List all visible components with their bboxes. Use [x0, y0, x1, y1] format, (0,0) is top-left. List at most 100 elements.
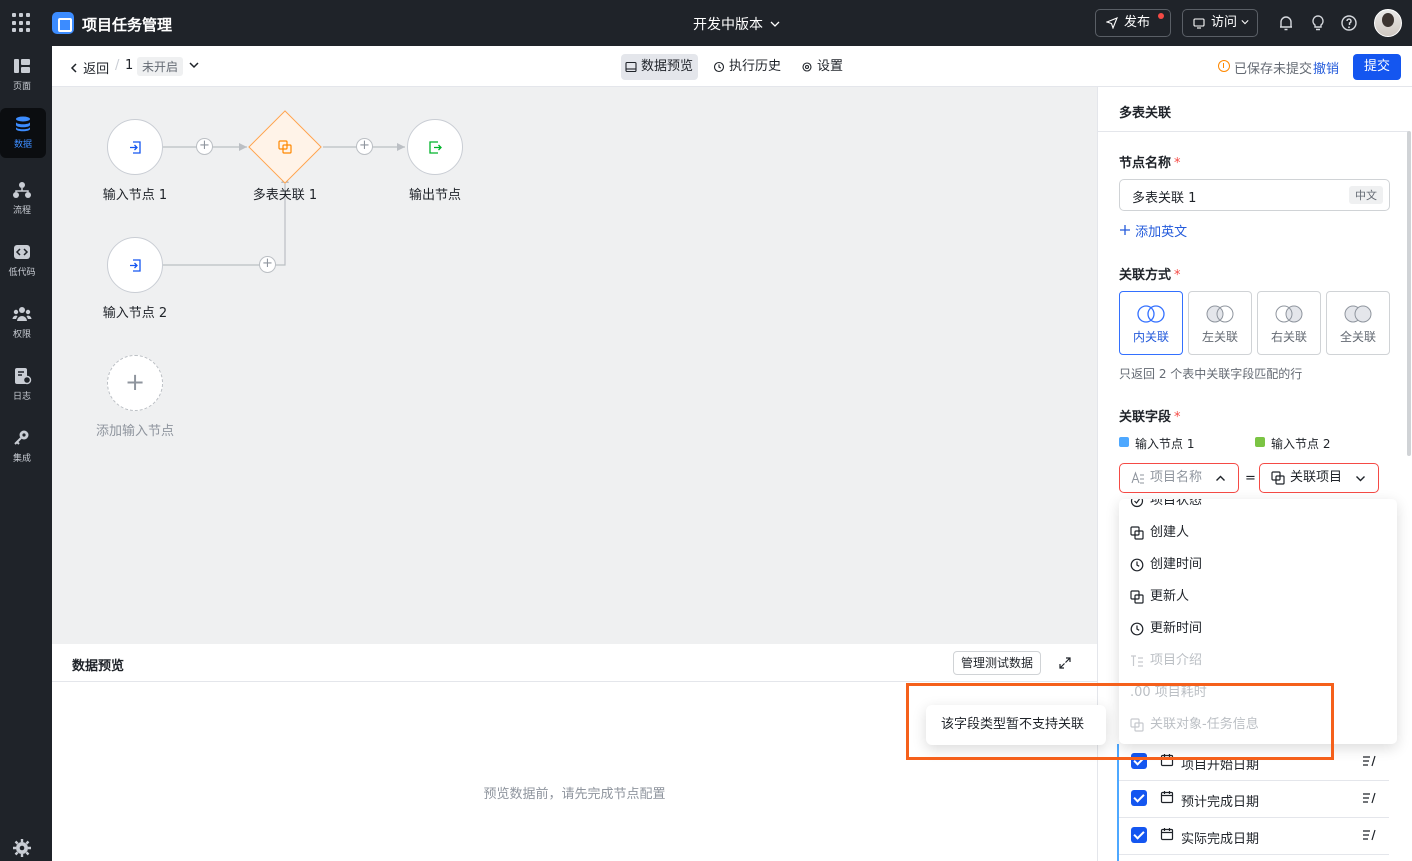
text-icon — [1131, 655, 1143, 667]
undo-link[interactable]: 撤销 — [1313, 58, 1339, 77]
sidebar-item-flow[interactable]: 流程 — [0, 174, 44, 222]
node-name-field[interactable]: 多表关联 1 中文 — [1119, 179, 1390, 211]
inner-join-icon — [1137, 305, 1165, 323]
add-node-button[interactable]: + — [259, 256, 276, 273]
left-field-select[interactable]: 项目名称 — [1119, 463, 1239, 493]
right-field-select[interactable]: 关联项目 — [1259, 463, 1379, 493]
add-input-node-label: 添加输入节点 — [95, 424, 174, 439]
link-icon — [1130, 590, 1144, 604]
input-node-2-label: 输入节点 2 — [102, 306, 168, 321]
join-option-left[interactable]: 左关联 — [1188, 291, 1252, 355]
sort-icon[interactable] — [1362, 828, 1376, 842]
lightbulb-icon[interactable] — [1308, 13, 1328, 33]
notification-dot — [1158, 13, 1164, 19]
table-icon — [1119, 437, 1129, 447]
history-icon — [713, 61, 725, 73]
output-field-row[interactable]: 预计完成日期 — [1119, 781, 1389, 818]
sidebar-item-label: 权限 — [12, 330, 31, 340]
sidebar-item-data[interactable]: 数据 — [0, 108, 46, 158]
sidebar-item-permissions[interactable]: 权限 — [0, 298, 44, 346]
version-selector[interactable]: 开发中版本 — [693, 14, 780, 34]
expand-icon[interactable] — [1058, 656, 1072, 670]
source-1-label: 输入节点 1 — [1119, 435, 1194, 452]
link-icon — [1271, 471, 1285, 485]
tab-execution-history[interactable]: 执行历史 — [709, 54, 786, 80]
option-label: 更新人 — [1150, 589, 1190, 604]
option-label: 项目状态 — [1150, 499, 1203, 508]
source-1-text: 输入节点 1 — [1135, 437, 1195, 451]
sort-icon[interactable] — [1362, 791, 1376, 805]
preview-empty-text: 预览数据前，请先完成节点配置 — [483, 787, 666, 802]
join-option-full[interactable]: 全关联 — [1326, 291, 1390, 355]
clock-icon — [1130, 558, 1144, 572]
chevron-down-icon[interactable] — [188, 59, 200, 71]
sort-icon[interactable] — [1362, 754, 1376, 768]
app-logo-icon — [52, 12, 74, 34]
visit-button[interactable]: 访问 — [1182, 9, 1258, 37]
join-option-label: 全关联 — [1339, 330, 1376, 344]
dropdown-option[interactable]: 创建人 — [1119, 517, 1397, 549]
top-bar: 项目任务管理 开发中版本 发布 访问 — [0, 0, 1412, 46]
join-option-label: 内关联 — [1132, 330, 1169, 344]
input-node-1[interactable] — [107, 119, 163, 175]
connector-lines — [163, 143, 405, 266]
option-label: 创建时间 — [1150, 557, 1203, 572]
breadcrumb-separator: / — [115, 58, 120, 73]
sidebar-item-lowcode[interactable]: 低代码 — [0, 236, 44, 284]
full-join-icon — [1344, 305, 1372, 323]
page-icon — [14, 59, 30, 73]
join-node-1-label: 多表关联 1 — [252, 188, 318, 203]
dropdown-option[interactable]: 更新人 — [1119, 581, 1397, 613]
right-field-value: 关联项目 — [1290, 470, 1343, 485]
divider — [1098, 131, 1408, 132]
back-button[interactable]: 返回 — [70, 58, 109, 77]
join-option-inner[interactable]: 内关联 — [1119, 291, 1183, 355]
output-node-label: 输出节点 — [408, 188, 461, 203]
node-name-value: 多表关联 1 — [1132, 191, 1197, 206]
app-grid-icon[interactable] — [12, 13, 32, 33]
dropdown-option[interactable]: 项目状态 — [1119, 499, 1397, 517]
clock-icon — [1130, 622, 1144, 636]
add-english-link[interactable]: 添加英文 — [1119, 221, 1187, 240]
sidebar-item-pages[interactable]: 页面 — [0, 50, 44, 98]
input-node-2[interactable] — [107, 237, 163, 293]
add-node-button[interactable]: + — [196, 138, 213, 155]
warning-icon — [1218, 60, 1230, 72]
output-icon — [429, 141, 442, 154]
plus-icon — [1120, 225, 1130, 235]
help-icon[interactable] — [1339, 13, 1359, 33]
output-field-row[interactable]: 实际完成日期 — [1119, 818, 1389, 855]
join-field-label: 关联字段 * — [1119, 406, 1181, 425]
output-node[interactable] — [407, 119, 463, 175]
calendar-icon — [1160, 828, 1174, 841]
dropdown-option[interactable]: 更新时间 — [1119, 613, 1397, 645]
settings-gear-icon[interactable] — [12, 838, 32, 858]
required-mark: * — [1174, 156, 1181, 171]
dropdown-option[interactable]: 创建时间 — [1119, 549, 1397, 581]
manage-test-data-button[interactable]: 管理测试数据 — [953, 651, 1042, 675]
sidebar-item-integration[interactable]: 集成 — [0, 422, 44, 470]
add-node-button[interactable]: + — [356, 138, 373, 155]
chevron-down-icon — [1356, 476, 1365, 482]
publish-button[interactable]: 发布 — [1095, 9, 1171, 37]
sidebar-item-logs[interactable]: 日志 — [0, 360, 44, 408]
tab-settings[interactable]: 设置 — [797, 54, 848, 80]
annotation-highlight-box — [906, 683, 1334, 760]
join-option-right[interactable]: 右关联 — [1257, 291, 1321, 355]
submit-button[interactable]: 提交 — [1353, 54, 1401, 80]
log-icon — [15, 368, 32, 385]
checkbox[interactable] — [1131, 790, 1147, 806]
send-icon — [1106, 17, 1118, 29]
avatar[interactable] — [1374, 9, 1402, 37]
app-name: 项目任务管理 — [82, 16, 173, 34]
tab-data-preview[interactable]: 数据预览 — [621, 54, 699, 80]
checkbox[interactable] — [1131, 827, 1147, 843]
add-input-node-button[interactable]: + — [107, 355, 163, 411]
bell-icon[interactable] — [1276, 13, 1296, 33]
scrollbar[interactable] — [1407, 131, 1411, 456]
flow-canvas[interactable]: 输入节点 1 + 多表关联 1 + 输出节点 输入节点 2 + + 添加输入节点 — [52, 87, 1097, 644]
tab-label: 设置 — [817, 59, 844, 74]
join-type-label: 关联方式 * — [1119, 264, 1181, 283]
join-option-label: 左关联 — [1201, 330, 1238, 344]
chevron-down-icon — [770, 21, 780, 27]
